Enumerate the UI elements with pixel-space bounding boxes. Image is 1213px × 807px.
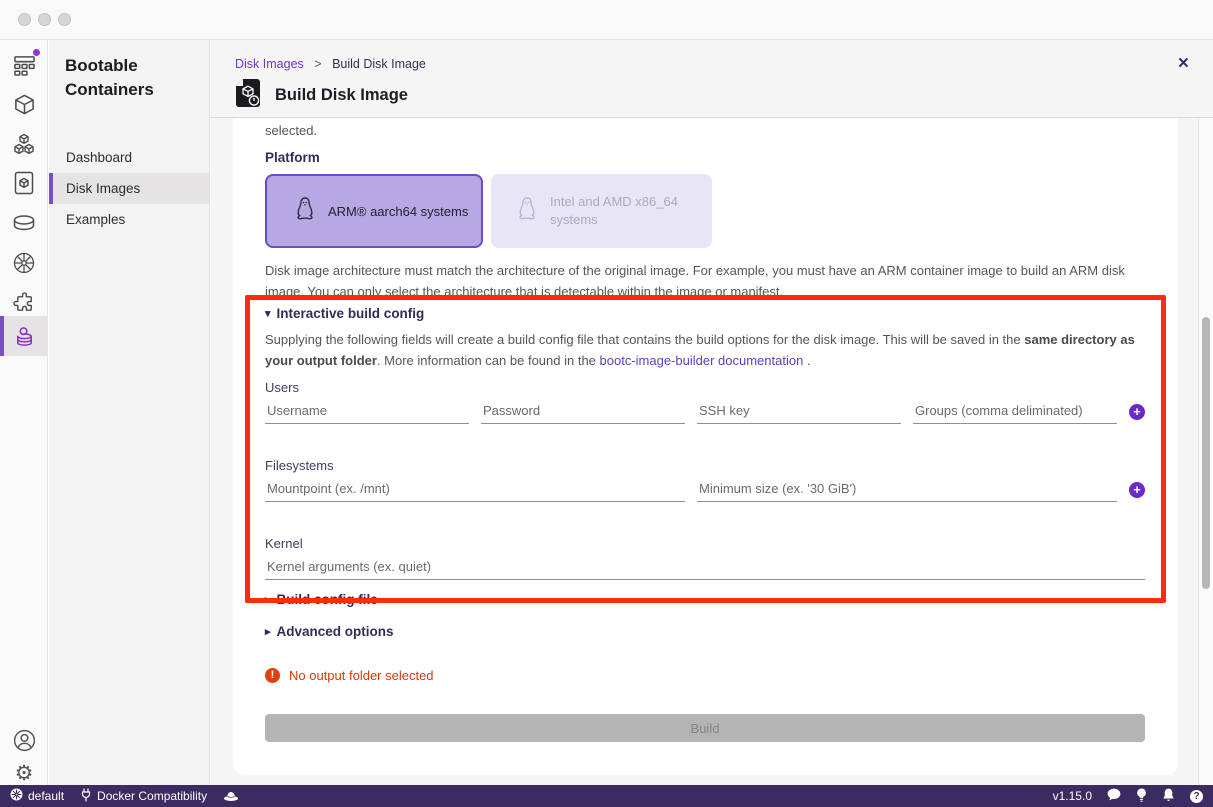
page-title: Build Disk Image [275, 86, 408, 105]
notification-dot [33, 49, 40, 56]
feedback-bubble-icon[interactable] [1107, 788, 1121, 804]
main-panel: Disk Images > Build Disk Image Build Dis… [211, 40, 1213, 785]
kernel-arguments-field[interactable] [265, 556, 1145, 580]
build-button[interactable]: Build [265, 714, 1145, 742]
kernel-label: Kernel [265, 536, 303, 551]
architecture-note: Disk image architecture must match the a… [265, 260, 1147, 302]
breadcrumb-current: Build Disk Image [332, 57, 426, 71]
scrollbar-track[interactable] [1198, 118, 1213, 785]
breadcrumb: Disk Images > Build Disk Image [235, 57, 426, 71]
form-card: selected. Platform ARM® aarch64 systems [233, 118, 1178, 775]
users-label: Users [265, 380, 299, 395]
platform-x86-label: Intel and AMD x86_64 systems [550, 193, 700, 229]
dashboard-icon[interactable] [0, 45, 48, 85]
bootc-image-builder-doc-link[interactable]: bootc-image-builder documentation [600, 353, 804, 368]
volumes-icon[interactable] [0, 203, 48, 243]
linux-penguin-icon [295, 196, 315, 226]
platform-options: ARM® aarch64 systems Intel and AMD x86_6… [265, 174, 712, 248]
scrollbar-thumb[interactable] [1202, 317, 1210, 589]
app-window: { "window": { "titlebar": { "traffic_lig… [0, 0, 1213, 807]
bootable-containers-icon[interactable] [0, 316, 48, 356]
kube-context-label: default [28, 789, 64, 803]
sidebar-title: Bootable Containers [49, 40, 209, 102]
lightbulb-icon[interactable] [1136, 788, 1147, 805]
minimum-size-field[interactable] [697, 478, 1117, 502]
chevron-right-icon: ▸ [265, 594, 271, 606]
add-user-button[interactable]: + [1129, 404, 1145, 420]
sidebar-item-dashboard[interactable]: Dashboard [49, 142, 209, 173]
users-field-row: + [265, 400, 1145, 424]
password-field[interactable] [481, 400, 685, 424]
extension-sidebar: Bootable Containers Dashboard Disk Image… [49, 40, 210, 785]
containers-icon[interactable] [0, 84, 48, 124]
traffic-light-minimize[interactable] [38, 13, 51, 26]
bell-icon[interactable] [1162, 788, 1175, 805]
error-text: No output folder selected [289, 668, 434, 683]
kubernetes-context-icon [10, 788, 23, 804]
docker-compatibility-label: Docker Compatibility [97, 789, 207, 803]
kubernetes-icon[interactable] [0, 243, 48, 283]
ssh-key-field[interactable] [697, 400, 901, 424]
podman-hat-icon[interactable] [223, 790, 239, 802]
platform-arm-label: ARM® aarch64 systems [328, 204, 468, 219]
traffic-light-zoom[interactable] [58, 13, 71, 26]
mountpoint-field[interactable] [265, 478, 685, 502]
username-field[interactable] [265, 400, 469, 424]
platform-label: Platform [265, 150, 320, 165]
intro-text-partial: selected. [265, 123, 317, 138]
error-icon: ! [265, 668, 280, 683]
filesystems-field-row: + [265, 478, 1145, 502]
build-disk-image-icon [235, 78, 261, 113]
help-icon[interactable]: ? [1190, 790, 1203, 803]
platform-option-x86[interactable]: Intel and AMD x86_64 systems [491, 174, 712, 248]
page-body: selected. Platform ARM® aarch64 systems [211, 118, 1213, 785]
kube-context-status[interactable]: default [10, 788, 64, 804]
build-config-file-toggle[interactable]: ▸Build config file [265, 592, 378, 607]
interactive-build-config-toggle[interactable]: ▾Interactive build config [265, 306, 424, 321]
chevron-right-icon: ▸ [265, 626, 271, 638]
chevron-down-icon: ▾ [265, 308, 271, 320]
traffic-light-close[interactable] [18, 13, 31, 26]
filesystems-label: Filesystems [265, 458, 334, 473]
docker-compatibility-status[interactable]: Docker Compatibility [80, 788, 207, 805]
app-version: v1.15.0 [1053, 789, 1092, 803]
close-icon[interactable]: × [1178, 54, 1189, 73]
pods-icon[interactable] [0, 124, 48, 164]
plug-icon [80, 788, 92, 805]
page-header: Disk Images > Build Disk Image Build Dis… [211, 40, 1213, 118]
linux-penguin-icon [517, 196, 537, 226]
images-icon[interactable] [0, 163, 48, 203]
add-filesystem-button[interactable]: + [1129, 482, 1145, 498]
sidebar-nav: Dashboard Disk Images Examples [49, 142, 209, 235]
kernel-field-row [265, 556, 1145, 580]
platform-option-arm[interactable]: ARM® aarch64 systems [265, 174, 483, 248]
sidebar-item-disk-images[interactable]: Disk Images [49, 173, 209, 204]
titlebar [0, 0, 1213, 40]
groups-field[interactable] [913, 400, 1117, 424]
nav-rail: ⚙ [0, 40, 48, 785]
breadcrumb-disk-images-link[interactable]: Disk Images [235, 57, 304, 71]
advanced-options-toggle[interactable]: ▸Advanced options [265, 624, 394, 639]
error-message: ! No output folder selected [265, 668, 434, 683]
status-bar: default Docker Compatibility v1.15.0 [0, 785, 1213, 807]
interactive-build-config-description: Supplying the following fields will crea… [265, 329, 1145, 371]
breadcrumb-separator: > [314, 57, 321, 71]
sidebar-item-examples[interactable]: Examples [49, 204, 209, 235]
